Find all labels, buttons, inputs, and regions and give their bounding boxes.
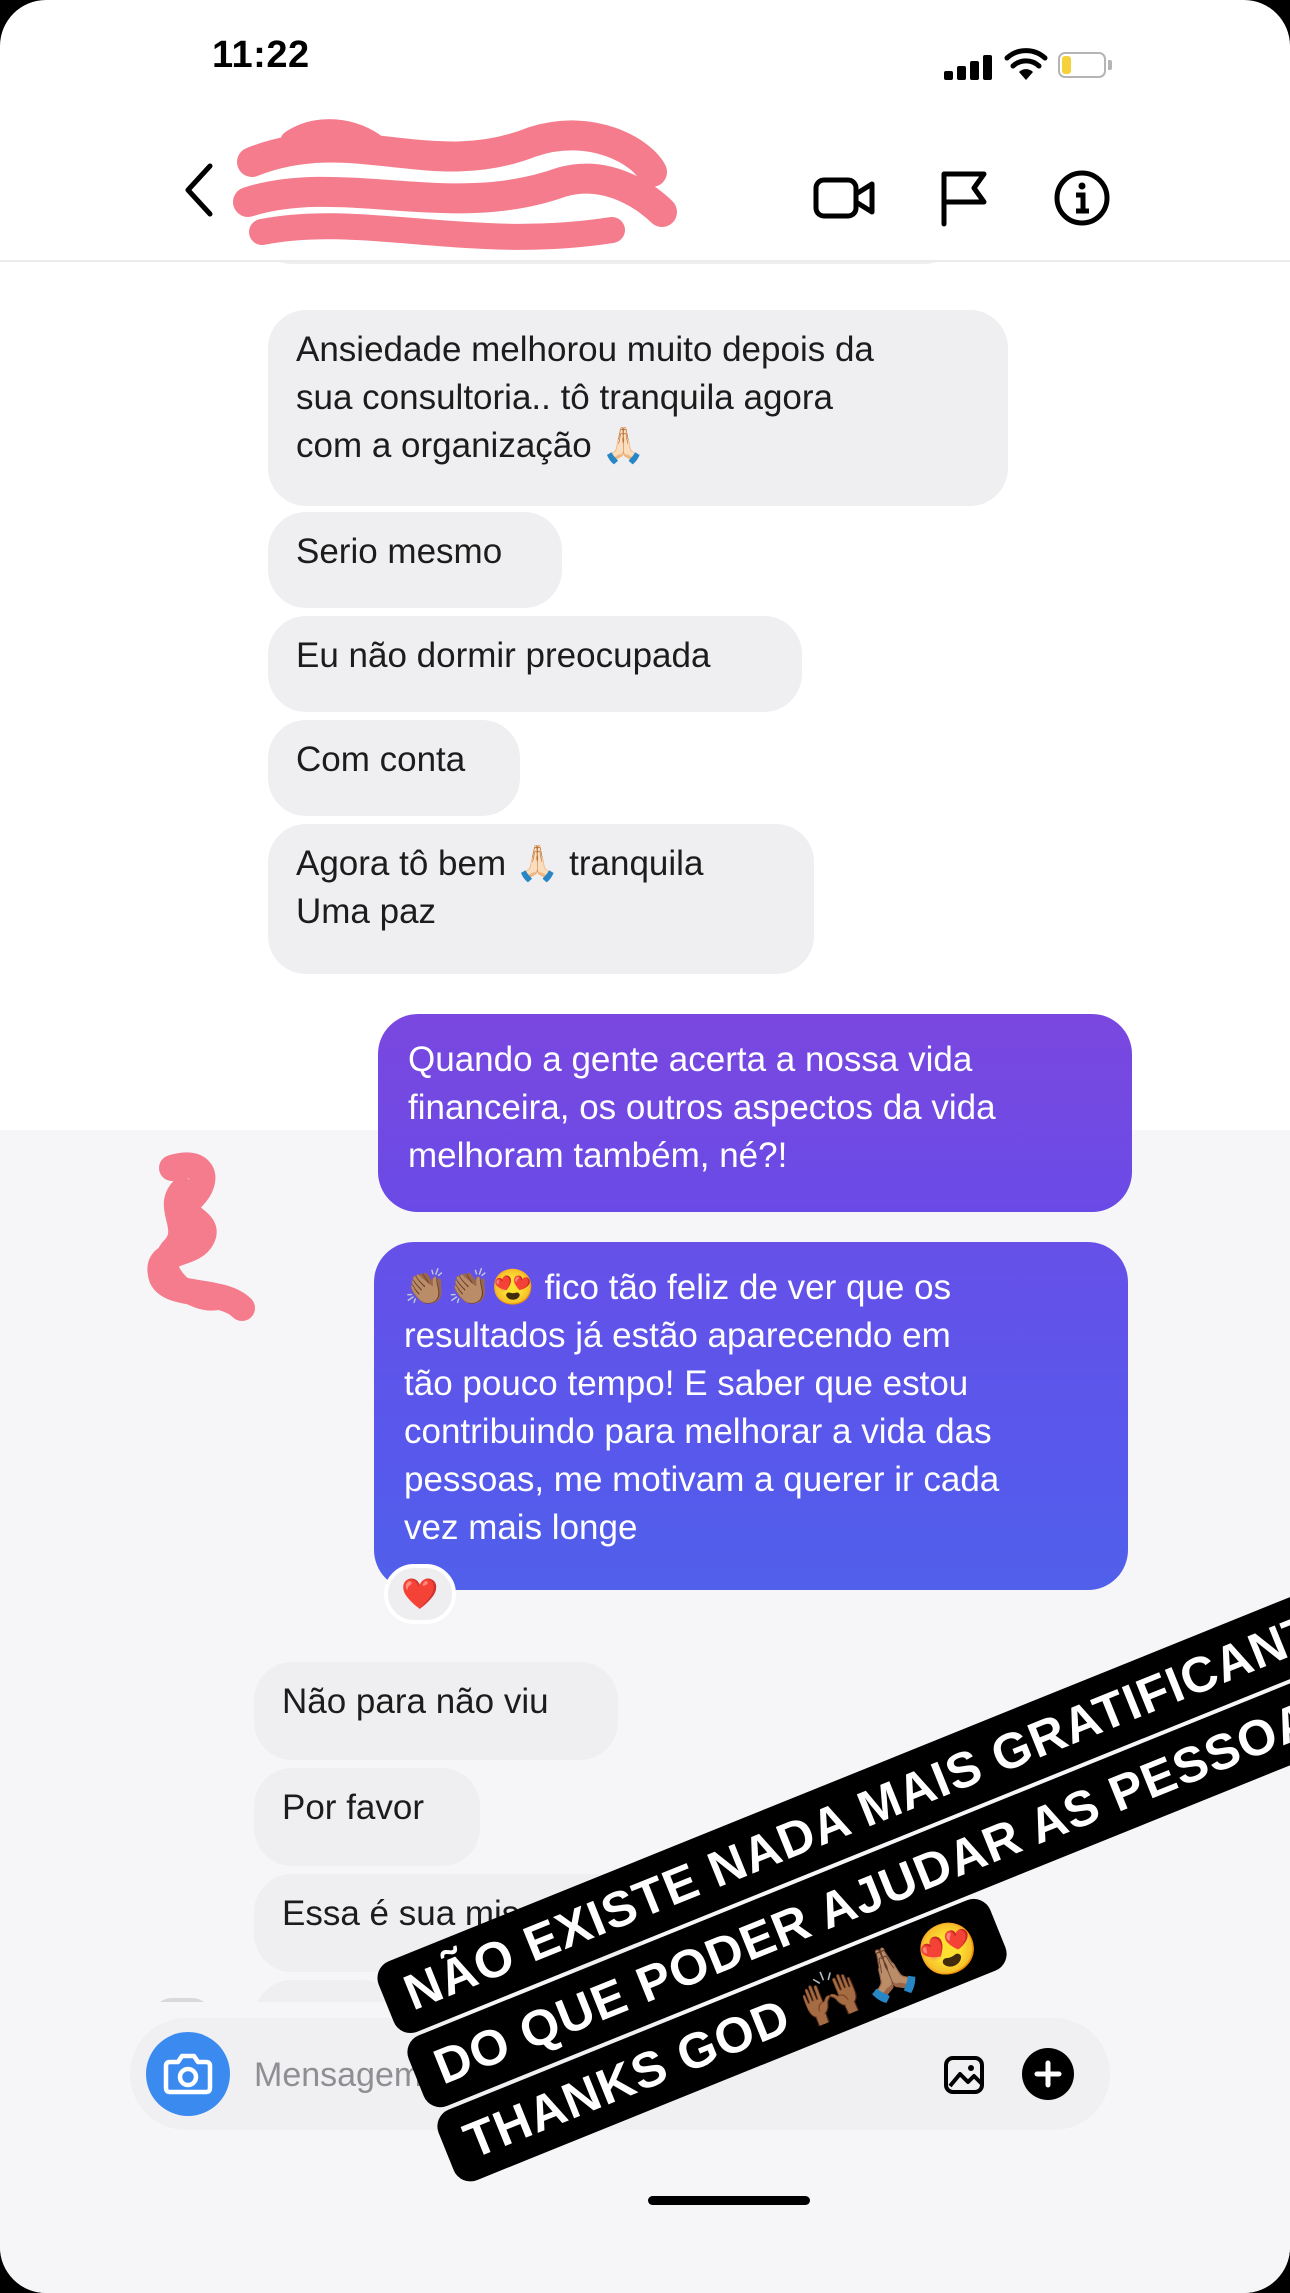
sent-message[interactable]: Quando a gente acerta a nossa vida finan… (378, 1014, 1132, 1212)
camera-icon (163, 2053, 213, 2095)
received-message[interactable]: Com conta (268, 720, 520, 816)
redaction-scribble (233, 119, 677, 250)
status-time: 11:22 (212, 34, 310, 76)
received-message[interactable]: Agora tô bem 🙏🏻 tranquila Uma paz (268, 824, 814, 974)
sent-message[interactable]: 👏🏽👏🏽😍 fico tão feliz de ver que os resul… (374, 1242, 1128, 1590)
flag-icon[interactable] (936, 168, 992, 228)
received-message[interactable]: Serio mesmo (268, 512, 562, 608)
instagram-dm-screen: 11:22 Ansiedade melhorou muito depois da… (0, 0, 1290, 2293)
received-message[interactable]: Eu não dormir preocupada (268, 616, 802, 712)
battery-icon (1058, 52, 1114, 80)
wifi-icon (1004, 48, 1048, 80)
received-message[interactable]: Por favor (254, 1768, 480, 1866)
heart-reaction[interactable]: ❤️ (384, 1564, 456, 1624)
redaction-scribble (147, 1152, 255, 1321)
received-message[interactable]: Ansiedade melhorou muito depois da sua c… (268, 310, 1008, 506)
chevron-left-icon[interactable] (176, 160, 222, 220)
cellular-signal-icon (944, 54, 994, 80)
received-message[interactable]: Não para não viu (254, 1662, 618, 1760)
received-message-cutoff (268, 262, 948, 264)
info-icon[interactable] (1052, 168, 1112, 228)
video-camera-icon[interactable] (812, 168, 878, 228)
avatar (152, 1998, 212, 2002)
status-bar: 11:22 (0, 0, 1290, 110)
camera-button[interactable] (146, 2032, 230, 2116)
